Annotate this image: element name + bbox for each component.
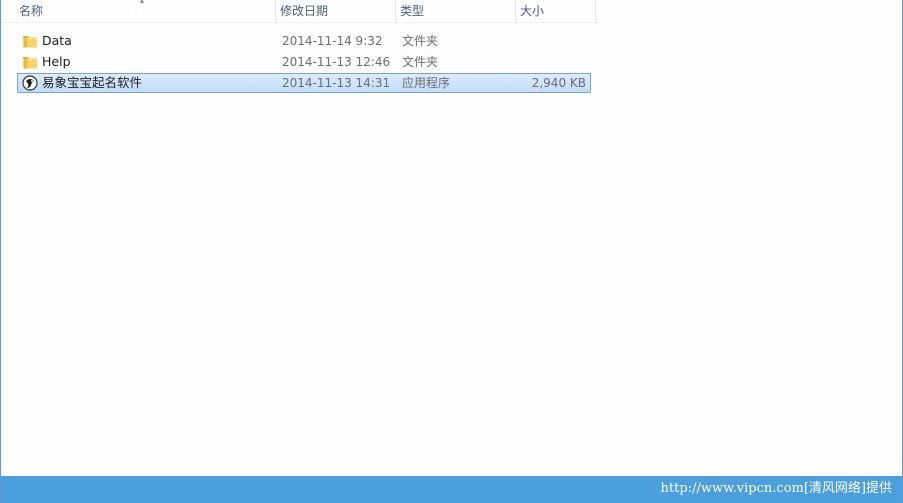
column-header-name[interactable]: 名称 bbox=[1, 0, 276, 22]
folder-icon bbox=[22, 54, 38, 70]
watermark-text: http://www.vipcn.com[清风网络]提供 bbox=[660, 481, 892, 496]
file-date: 2014-11-14 9:32 bbox=[282, 34, 383, 48]
column-header-bar: 名称 修改日期 类型 大小 bbox=[1, 0, 601, 23]
column-header-type[interactable]: 类型 bbox=[396, 0, 516, 22]
file-name: Help bbox=[42, 54, 71, 69]
file-type: 应用程序 bbox=[402, 76, 451, 90]
footer-bar: http://www.vipcn.com[清风网络]提供 bbox=[1, 476, 902, 503]
file-row-app[interactable]: 易象宝宝起名软件 2014-11-13 14:31 应用程序 2,940 KB bbox=[17, 73, 591, 93]
file-size: 2,940 KB bbox=[531, 76, 586, 90]
file-name: 易象宝宝起名软件 bbox=[42, 75, 143, 90]
file-date: 2014-11-13 12:46 bbox=[282, 55, 391, 69]
file-type: 文件夹 bbox=[402, 34, 439, 48]
folder-icon bbox=[22, 33, 38, 49]
app-icon bbox=[22, 75, 38, 91]
column-header-date[interactable]: 修改日期 bbox=[276, 0, 396, 22]
file-row-help[interactable]: Help 2014-11-13 12:46 文件夹 bbox=[17, 52, 591, 72]
column-header-size[interactable]: 大小 bbox=[516, 0, 596, 22]
file-date: 2014-11-13 14:31 bbox=[282, 76, 391, 90]
sort-caret-icon: ▴ bbox=[140, 0, 145, 5]
file-name: Data bbox=[42, 33, 72, 48]
file-row-data[interactable]: Data 2014-11-14 9:32 文件夹 bbox=[17, 31, 591, 51]
file-type: 文件夹 bbox=[402, 55, 439, 69]
file-list: Data 2014-11-14 9:32 文件夹 Help 2014-11-13… bbox=[1, 31, 601, 94]
explorer-window: 名称 修改日期 类型 大小 ▴ Data 2014-11-14 9:32 文件夹 bbox=[0, 0, 903, 503]
